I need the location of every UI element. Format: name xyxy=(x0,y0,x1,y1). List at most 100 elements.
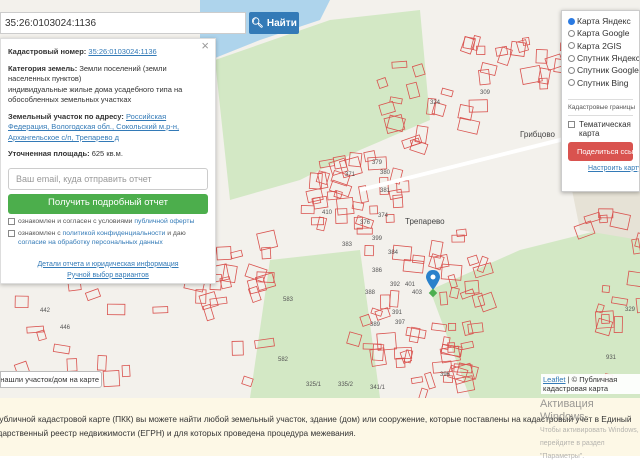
parcel-shape xyxy=(389,290,400,308)
parcel-number: 401 xyxy=(405,282,416,288)
parcel-number: 446 xyxy=(60,325,71,331)
parcel-shape xyxy=(36,329,47,342)
offer-checkbox[interactable] xyxy=(8,217,15,225)
parcel-number: 397 xyxy=(395,320,406,326)
cadastral-number-link[interactable]: 35:26:0103024:1136 xyxy=(88,47,156,56)
parcel-shape xyxy=(409,139,429,156)
parcel-shape xyxy=(335,208,348,224)
radio-icon[interactable] xyxy=(568,54,575,62)
parcel-shape xyxy=(402,258,425,274)
privacy-link[interactable]: политикой конфиденциальности xyxy=(63,230,166,237)
parcel-shape xyxy=(106,303,126,316)
radio-icon[interactable] xyxy=(568,66,575,74)
parcel-number: 392 xyxy=(390,282,401,288)
parcel-number: 371 xyxy=(345,172,356,178)
email-input[interactable]: Ваш email, куда отправить отчет xyxy=(8,167,208,190)
parcel-shape xyxy=(152,306,169,314)
parcel-shape xyxy=(496,46,513,67)
parcel-shape xyxy=(380,294,391,310)
parcel-shape xyxy=(392,194,404,209)
parcel-shape xyxy=(96,354,107,371)
share-link-button[interactable]: Поделиться ссылкой xyxy=(568,141,639,161)
layer-option[interactable]: Спутник Яндекс xyxy=(568,52,639,64)
parcel-shape xyxy=(247,285,262,303)
consent-link[interactable]: согласие на обработку персональных данны… xyxy=(18,239,163,246)
layer-option[interactable]: Карта Google xyxy=(568,27,633,39)
parcel-info-popup: × Кадастровый номер: 35:26:0103024:1136 … xyxy=(0,38,216,284)
parcel-number: 381 xyxy=(380,188,391,194)
radio-icon[interactable] xyxy=(568,42,575,50)
parcel-shape xyxy=(52,343,71,355)
parcel-shape xyxy=(300,205,315,215)
parcel-shape xyxy=(328,179,353,198)
parcel-number: 329 xyxy=(625,307,636,313)
parcel-number: 341/1 xyxy=(370,385,386,391)
parcel-shape xyxy=(396,180,410,193)
thematic-checkbox[interactable] xyxy=(568,120,575,128)
parcel-shape xyxy=(84,288,102,302)
parcel-number: 389 xyxy=(370,322,381,328)
parcel-shape xyxy=(66,358,78,372)
parcel-shape xyxy=(231,340,244,356)
radio-icon[interactable] xyxy=(568,29,575,37)
parcel-shape xyxy=(317,171,329,190)
report-details-link[interactable]: Детали отчета и юридическая информация xyxy=(8,259,208,270)
parcel-shape xyxy=(102,369,121,388)
parcel-shape xyxy=(216,246,232,261)
parcel-number: 383 xyxy=(342,242,353,248)
layer-option[interactable]: Спутник Google xyxy=(568,64,639,76)
parcel-shape xyxy=(198,291,219,311)
parcel-shape xyxy=(459,36,476,55)
parcel-number: 325/1 xyxy=(306,382,322,388)
parcel-shape xyxy=(310,217,325,226)
parcel-shape xyxy=(369,205,379,215)
parcel-number: 374 xyxy=(378,213,389,219)
parcel-number: 379 xyxy=(372,160,383,166)
parcel-number: 380 xyxy=(380,170,391,176)
parcel-number: 396 xyxy=(440,372,451,378)
parcel-shape xyxy=(121,364,131,378)
configure-map-link[interactable]: Настроить карту xyxy=(568,165,639,172)
thematic-label: Тематическая карта xyxy=(579,119,631,138)
parcel-number: 931 xyxy=(606,355,617,361)
parcel-number: 324 xyxy=(430,100,441,106)
parcel-number: 410 xyxy=(322,210,333,216)
parcel-shape xyxy=(14,295,29,309)
parcel-shape xyxy=(316,216,328,232)
search-icon: 🔍︎ xyxy=(251,17,264,29)
search-button[interactable]: 🔍︎ Найти xyxy=(249,12,299,34)
parcel-shape xyxy=(405,326,427,339)
cadastral-layer-select[interactable]: Кадастровые границы xyxy=(568,98,635,116)
get-report-button[interactable]: Получить подробный отчет xyxy=(8,193,208,214)
privacy-checkbox[interactable] xyxy=(8,229,15,237)
parcel-shape xyxy=(388,188,403,200)
leaflet-link[interactable]: Leaflet xyxy=(543,375,566,384)
parcel-number: 583 xyxy=(283,297,294,303)
manual-selection-link[interactable]: Ручной выбор вариантов xyxy=(8,270,208,281)
close-icon[interactable]: × xyxy=(201,39,209,51)
offer-link[interactable]: публичной оферты xyxy=(134,218,194,225)
parcel-shape xyxy=(410,376,424,385)
parcel-shape xyxy=(335,196,355,216)
layer-control: Карта Яндекс Карта Google Карта 2GIS Спутни… xyxy=(561,10,640,192)
not-found-button[interactable]: Не нашли участок/дом на карте? xyxy=(0,371,102,388)
parcel-shape xyxy=(26,325,45,334)
parcel-shape xyxy=(230,249,244,260)
layer-option[interactable]: Спутник Bing xyxy=(568,76,633,88)
parcel-number: 403 xyxy=(412,290,423,296)
radio-icon[interactable] xyxy=(568,79,575,87)
parcel-number: 442 xyxy=(40,308,51,314)
search-input[interactable]: 35:26:0103024:1136 xyxy=(0,12,246,34)
map-attribution: Leaflet | © Публичная кадастровая карта xyxy=(541,374,640,394)
place-label: Грибцово xyxy=(520,130,555,139)
parcel-shape xyxy=(370,307,383,317)
parcel-shape xyxy=(219,276,232,290)
parcel-shape xyxy=(411,254,426,264)
layer-option[interactable]: Карта Яндекс xyxy=(568,15,633,27)
parcel-number: 309 xyxy=(480,90,491,96)
parcel-shape xyxy=(364,245,375,257)
place-label: Трепарево xyxy=(405,217,445,226)
radio-icon[interactable] xyxy=(568,17,575,25)
layer-option[interactable]: Карта 2GIS xyxy=(568,40,633,52)
parcel-shape xyxy=(209,296,228,306)
